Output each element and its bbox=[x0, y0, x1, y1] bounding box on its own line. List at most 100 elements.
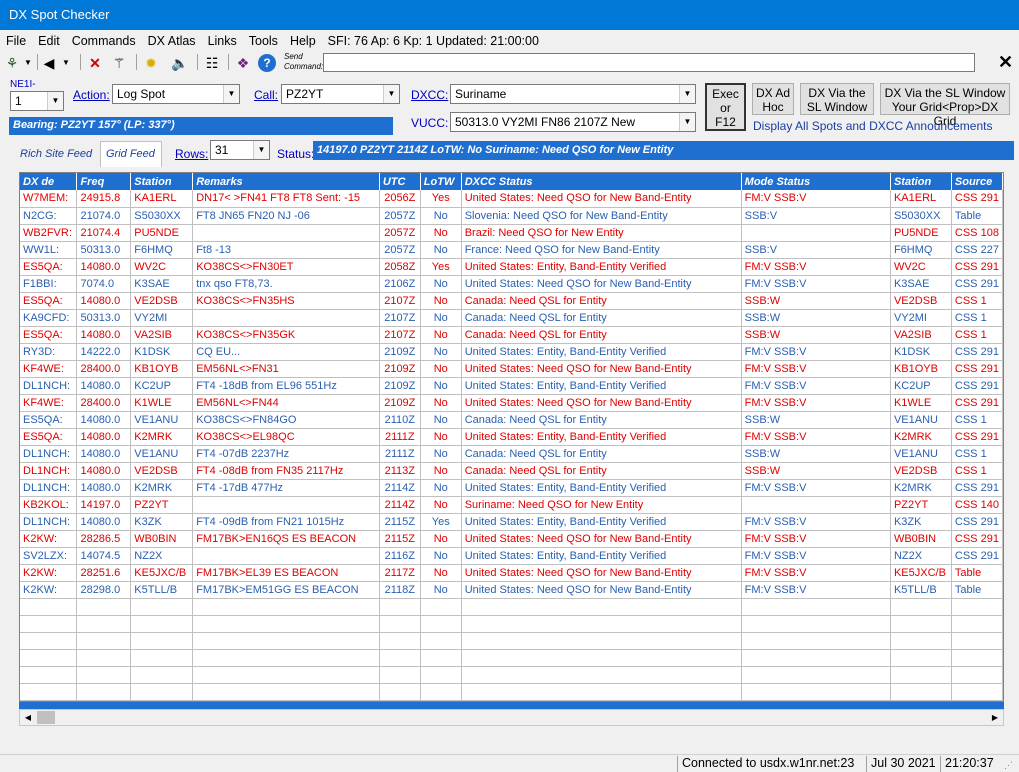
cell-freq[interactable]: 7074.0 bbox=[76, 275, 132, 293]
cell-station[interactable]: VA2SIB bbox=[130, 326, 194, 344]
cell-dx-de[interactable]: F1BBI: bbox=[20, 275, 78, 293]
cell-lotw[interactable]: No bbox=[420, 343, 462, 361]
antenna-icon[interactable]: ⚘ bbox=[4, 54, 20, 72]
cell-lotw[interactable]: Yes bbox=[420, 513, 462, 531]
cell-source[interactable]: CSS 140 bbox=[951, 496, 1003, 514]
cell-station[interactable]: K2MRK bbox=[130, 479, 194, 497]
table-row[interactable]: K2KW: 28251.6 KE5JXC/B FM17BK>EL39 ES BEACO… bbox=[20, 564, 1003, 582]
cell-utc[interactable]: 2057Z bbox=[379, 241, 421, 259]
scroll-right-icon[interactable]: ▶ bbox=[987, 710, 1003, 725]
empty-cell[interactable] bbox=[951, 666, 1003, 684]
cell-dxcc-status[interactable]: United States: Need QSO for New Band-Ent… bbox=[461, 564, 742, 582]
empty-cell[interactable] bbox=[76, 666, 132, 684]
cell-mode-status[interactable]: FM:V SSB:V bbox=[741, 564, 891, 582]
cell-station-2[interactable]: PU5NDE bbox=[890, 224, 952, 242]
cell-freq[interactable]: 14080.0 bbox=[76, 326, 132, 344]
cell-remarks[interactable]: Ft8 -13 bbox=[192, 241, 380, 259]
empty-cell[interactable] bbox=[20, 649, 78, 667]
cell-freq[interactable]: 50313.0 bbox=[76, 241, 132, 259]
empty-cell[interactable] bbox=[420, 598, 462, 616]
cell-lotw[interactable]: No bbox=[420, 581, 462, 599]
cell-lotw[interactable]: No bbox=[420, 564, 462, 582]
empty-cell[interactable] bbox=[379, 632, 421, 650]
column-header-freq[interactable]: Freq bbox=[76, 173, 132, 190]
cell-station[interactable]: WB0BIN bbox=[130, 530, 194, 548]
table-row[interactable]: K2KW: 28298.0 K5TLL/B FM17BK>EM51GG ES BEAC… bbox=[20, 581, 1003, 599]
delete-icon[interactable]: ✕ bbox=[86, 54, 104, 72]
back-arrow-icon[interactable]: ◀ bbox=[42, 54, 56, 72]
cell-dx-de[interactable]: K2KW: bbox=[20, 530, 78, 548]
cell-source[interactable]: CSS 291 bbox=[951, 530, 1003, 548]
cell-remarks[interactable]: tnx qso FT8,73. bbox=[192, 275, 380, 293]
cell-station-2[interactable]: KB1OYB bbox=[890, 360, 952, 378]
cell-freq[interactable]: 28400.0 bbox=[76, 360, 132, 378]
cell-station-2[interactable]: KE5JXC/B bbox=[890, 564, 952, 582]
cell-remarks[interactable]: FT4 -17dB 477Hz bbox=[192, 479, 380, 497]
cell-dxcc-status[interactable]: United States: Need QSO for New Band-Ent… bbox=[461, 275, 742, 293]
empty-cell[interactable] bbox=[192, 683, 380, 701]
empty-cell[interactable] bbox=[741, 615, 891, 633]
cell-dxcc-status[interactable]: United States: Entity, Band-Entity Verif… bbox=[461, 513, 742, 531]
menu-commands[interactable]: Commands bbox=[66, 31, 142, 48]
cell-remarks[interactable]: KO38CS<>FN35GK bbox=[192, 326, 380, 344]
cell-mode-status[interactable]: FM:V SSB:V bbox=[741, 479, 891, 497]
table-row[interactable]: N2CG: 21074.0 S5030XX FT8 JN65 FN20 NJ -06 2… bbox=[20, 207, 1003, 225]
empty-cell[interactable] bbox=[461, 615, 742, 633]
cell-freq[interactable]: 28286.5 bbox=[76, 530, 132, 548]
empty-cell[interactable] bbox=[420, 649, 462, 667]
cell-lotw[interactable]: No bbox=[420, 309, 462, 327]
table-row[interactable]: ES5QA: 14080.0 WV2C KO38CS<>FN30ET 2058Z Yes U… bbox=[20, 258, 1003, 276]
cell-utc[interactable]: 2107Z bbox=[379, 309, 421, 327]
cell-dxcc-status[interactable]: United States: Entity, Band-Entity Verif… bbox=[461, 258, 742, 276]
empty-table-row[interactable] bbox=[20, 598, 1003, 616]
empty-cell[interactable] bbox=[20, 666, 78, 684]
cell-source[interactable]: CSS 291 bbox=[951, 377, 1003, 395]
cell-lotw[interactable]: No bbox=[420, 530, 462, 548]
cell-remarks[interactable]: KO38CS<>EL98QC bbox=[192, 428, 380, 446]
cell-station-2[interactable]: K1WLE bbox=[890, 394, 952, 412]
table-row[interactable]: ES5QA: 14080.0 K2MRK KO38CS<>EL98QC 2111Z No U… bbox=[20, 428, 1003, 446]
empty-cell[interactable] bbox=[379, 615, 421, 633]
empty-cell[interactable] bbox=[951, 615, 1003, 633]
table-row[interactable]: RY3D: 14222.0 K1DSK CQ EU... 2109Z No United S… bbox=[20, 343, 1003, 361]
empty-cell[interactable] bbox=[130, 649, 194, 667]
cell-freq[interactable]: 14080.0 bbox=[76, 258, 132, 276]
empty-cell[interactable] bbox=[890, 683, 952, 701]
cell-station[interactable]: VE1ANU bbox=[130, 411, 194, 429]
cell-source[interactable]: CSS 1 bbox=[951, 292, 1003, 310]
menu-help[interactable]: Help bbox=[284, 31, 322, 48]
empty-cell[interactable] bbox=[379, 683, 421, 701]
table-row[interactable]: ES5QA: 14080.0 VE2DSB KO38CS<>FN35HS 2107Z No… bbox=[20, 292, 1003, 310]
cell-dx-de[interactable]: KA9CFD: bbox=[20, 309, 78, 327]
empty-cell[interactable] bbox=[420, 666, 462, 684]
call-select[interactable]: PZ2YT ▼ bbox=[281, 84, 400, 104]
cell-dx-de[interactable]: DL1NCH: bbox=[20, 462, 78, 480]
dx-via-sl-grid-button[interactable]: DX Via the SL Window Your Grid<Prop>DX Gr… bbox=[880, 83, 1010, 128]
rows-select[interactable]: 31 ▼ bbox=[210, 140, 270, 160]
cell-utc[interactable]: 2109Z bbox=[379, 360, 421, 378]
empty-cell[interactable] bbox=[20, 598, 78, 616]
cell-dxcc-status[interactable]: Brazil: Need QSO for New Entity bbox=[461, 224, 742, 242]
cell-station[interactable]: F6HMQ bbox=[130, 241, 194, 259]
cell-dx-de[interactable]: ES5QA: bbox=[20, 411, 78, 429]
cell-freq[interactable]: 28298.0 bbox=[76, 581, 132, 599]
cell-station-2[interactable]: KC2UP bbox=[890, 377, 952, 395]
chevron-down-icon[interactable]: ▼ bbox=[679, 113, 695, 131]
cell-lotw[interactable]: No bbox=[420, 224, 462, 242]
cell-dxcc-status[interactable]: United States: Need QSO for New Band-Ent… bbox=[461, 360, 742, 378]
menu-links[interactable]: Links bbox=[202, 31, 243, 48]
cell-utc[interactable]: 2111Z bbox=[379, 428, 421, 446]
cell-station[interactable]: KC2UP bbox=[130, 377, 194, 395]
empty-table-row[interactable] bbox=[20, 683, 1003, 701]
table-row[interactable]: F1BBI: 7074.0 K3SAE tnx qso FT8,73. 2106Z No U… bbox=[20, 275, 1003, 293]
empty-cell[interactable] bbox=[192, 632, 380, 650]
cell-dxcc-status[interactable]: United States: Need QSO for New Band-Ent… bbox=[461, 581, 742, 599]
cell-station[interactable]: K1WLE bbox=[130, 394, 194, 412]
table-row[interactable]: K2KW: 28286.5 WB0BIN FM17BK>EN16QS ES BEACO… bbox=[20, 530, 1003, 548]
cell-freq[interactable]: 28251.6 bbox=[76, 564, 132, 582]
empty-cell[interactable] bbox=[379, 666, 421, 684]
cell-station-2[interactable]: PZ2YT bbox=[890, 496, 952, 514]
cell-source[interactable]: CSS 291 bbox=[951, 428, 1003, 446]
cell-mode-status[interactable] bbox=[741, 496, 891, 514]
cell-remarks[interactable]: KO38CS<>FN30ET bbox=[192, 258, 380, 276]
